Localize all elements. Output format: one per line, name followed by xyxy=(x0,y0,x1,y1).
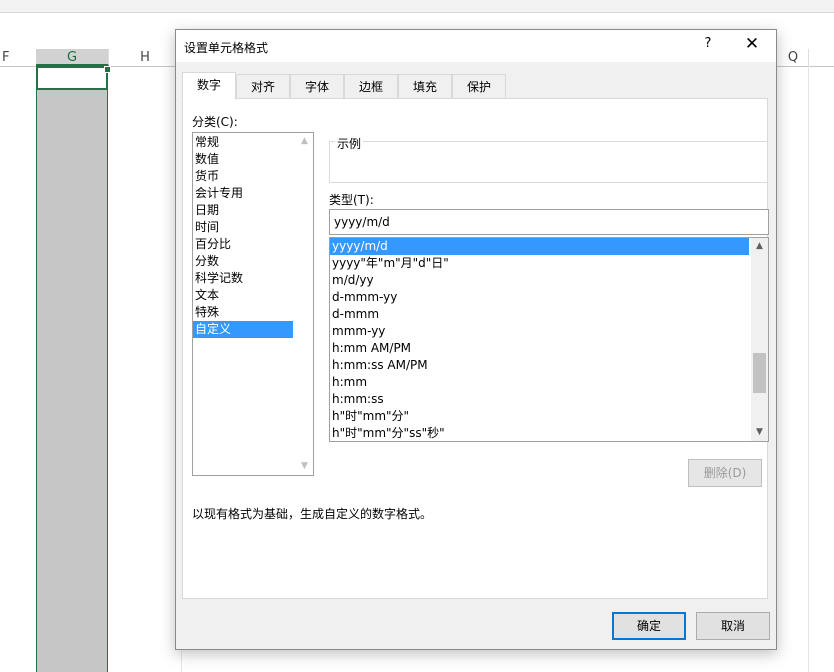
scroll-down-icon[interactable]: ▼ xyxy=(296,458,313,475)
type-item[interactable]: h:mm:ss xyxy=(330,391,768,408)
column-gridline xyxy=(808,66,809,672)
type-label: 类型(T): xyxy=(329,193,374,207)
selected-column-g[interactable] xyxy=(36,66,108,672)
category-item-currency[interactable]: 货币 xyxy=(193,168,313,185)
scroll-up-icon[interactable]: ▲ xyxy=(296,133,313,150)
column-header-g[interactable]: G xyxy=(36,49,109,66)
type-item[interactable]: yyyy"年"m"月"d"日" xyxy=(330,255,768,272)
dialog-titlebar[interactable]: 设置单元格格式 ? ✕ xyxy=(176,30,776,62)
tab-alignment[interactable]: 对齐 xyxy=(236,74,290,98)
tab-fill[interactable]: 填充 xyxy=(398,74,452,98)
category-item-custom[interactable]: 自定义 xyxy=(193,321,293,338)
tab-protection[interactable]: 保护 xyxy=(452,74,506,98)
number-tab-panel: 分类(C): 常规 数值 货币 会计专用 日期 时间 百分比 分数 科学记数 文… xyxy=(182,98,769,599)
category-item-time[interactable]: 时间 xyxy=(193,219,313,236)
type-item[interactable]: h:mm AM/PM xyxy=(330,340,768,357)
scroll-up-icon[interactable]: ▲ xyxy=(751,238,768,255)
category-item-date[interactable]: 日期 xyxy=(193,202,313,219)
type-item[interactable]: h:mm:ss AM/PM xyxy=(330,357,768,374)
fill-handle[interactable] xyxy=(104,66,111,73)
category-item-percentage[interactable]: 百分比 xyxy=(193,236,313,253)
scroll-thumb[interactable] xyxy=(753,353,766,393)
type-item[interactable]: h:mm xyxy=(330,374,768,391)
type-item[interactable]: d-mmm-yy xyxy=(330,289,768,306)
cancel-button[interactable]: 取消 xyxy=(696,612,770,640)
sample-label: 示例 xyxy=(335,135,364,152)
category-item-number[interactable]: 数值 xyxy=(193,151,313,168)
category-item-text[interactable]: 文本 xyxy=(193,287,313,304)
description-text: 以现有格式为基础，生成自定义的数字格式。 xyxy=(192,507,433,521)
type-item[interactable]: yyyy/m/d xyxy=(330,238,749,255)
ok-button[interactable]: 确定 xyxy=(612,612,686,640)
category-label: 分类(C): xyxy=(192,115,238,129)
type-input[interactable]: yyyy/m/d xyxy=(329,209,769,235)
active-cell[interactable] xyxy=(36,66,108,90)
category-list[interactable]: 常规 数值 货币 会计专用 日期 时间 百分比 分数 科学记数 文本 特殊 自定… xyxy=(192,132,314,476)
category-scrollbar[interactable]: ▲ ▼ xyxy=(296,133,313,475)
type-item[interactable]: mmm-yy xyxy=(330,323,768,340)
type-item[interactable]: m/d/yy xyxy=(330,272,768,289)
type-item[interactable]: h"时"mm"分" xyxy=(330,408,768,425)
scroll-down-icon[interactable]: ▼ xyxy=(751,424,768,441)
help-button[interactable]: ? xyxy=(698,36,718,51)
close-icon[interactable]: ✕ xyxy=(740,34,764,54)
column-header-q[interactable]: Q xyxy=(778,49,809,66)
ribbon-bottom-strip xyxy=(0,0,834,13)
type-item[interactable]: d-mmm xyxy=(330,306,768,323)
column-header-f[interactable]: F xyxy=(0,49,38,66)
format-cells-dialog: 设置单元格格式 ? ✕ 数字 对齐 字体 边框 填充 保护 分类(C): 常规 … xyxy=(175,29,777,650)
category-item-special[interactable]: 特殊 xyxy=(193,304,313,321)
tab-font[interactable]: 字体 xyxy=(290,74,344,98)
category-item-general[interactable]: 常规 xyxy=(193,134,313,151)
delete-button[interactable]: 删除(D) xyxy=(688,459,762,487)
category-item-scientific[interactable]: 科学记数 xyxy=(193,270,313,287)
tab-border[interactable]: 边框 xyxy=(344,74,398,98)
dialog-title: 设置单元格格式 xyxy=(184,41,269,55)
type-scrollbar[interactable]: ▲ ▼ xyxy=(751,238,768,441)
tab-number[interactable]: 数字 xyxy=(182,72,236,100)
sample-box xyxy=(329,141,768,183)
category-item-fraction[interactable]: 分数 xyxy=(193,253,313,270)
category-item-accounting[interactable]: 会计专用 xyxy=(193,185,313,202)
type-list[interactable]: yyyy/m/d yyyy"年"m"月"d"日" m/d/yy d-mmm-yy… xyxy=(329,237,769,442)
column-header-h[interactable]: H xyxy=(109,49,182,66)
type-item[interactable]: h"时"mm"分"ss"秒" xyxy=(330,425,768,442)
